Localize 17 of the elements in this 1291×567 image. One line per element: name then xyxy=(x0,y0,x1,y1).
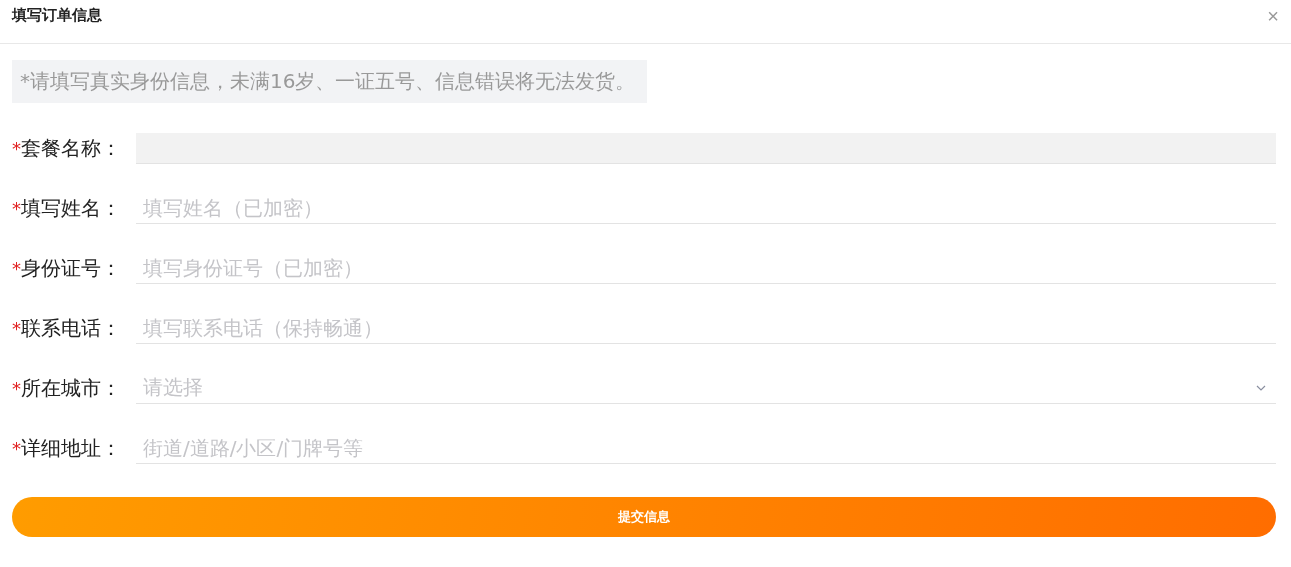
submit-button[interactable]: 提交信息 xyxy=(12,497,1276,537)
input-field[interactable]: 街道/道路/小区/门牌号等 xyxy=(136,432,1276,464)
input-field[interactable]: 填写联系电话（保持畅通） xyxy=(136,312,1276,344)
close-button[interactable]: × xyxy=(1267,5,1279,26)
input-field[interactable]: 填写身份证号（已加密） xyxy=(136,252,1276,284)
field-label: *身份证号： xyxy=(12,254,122,282)
field-label: *填写姓名： xyxy=(12,194,122,222)
window-title: 填写订单信息 xyxy=(12,6,102,25)
field-label: *详细地址： xyxy=(12,434,122,462)
select-field[interactable]: 请选择 xyxy=(136,372,1276,404)
field-label: *所在城市： xyxy=(12,374,122,402)
notice-banner: *请填写真实身份信息，未满16岁、一证五号、信息错误将无法发货。 xyxy=(12,60,648,103)
chevron-down-icon xyxy=(1256,384,1266,391)
input-field[interactable]: 填写姓名（已加密） xyxy=(136,192,1276,224)
field-label: *联系电话： xyxy=(12,314,122,342)
field-label: *套餐名称： xyxy=(12,134,122,162)
package-name-field[interactable] xyxy=(136,132,1276,164)
